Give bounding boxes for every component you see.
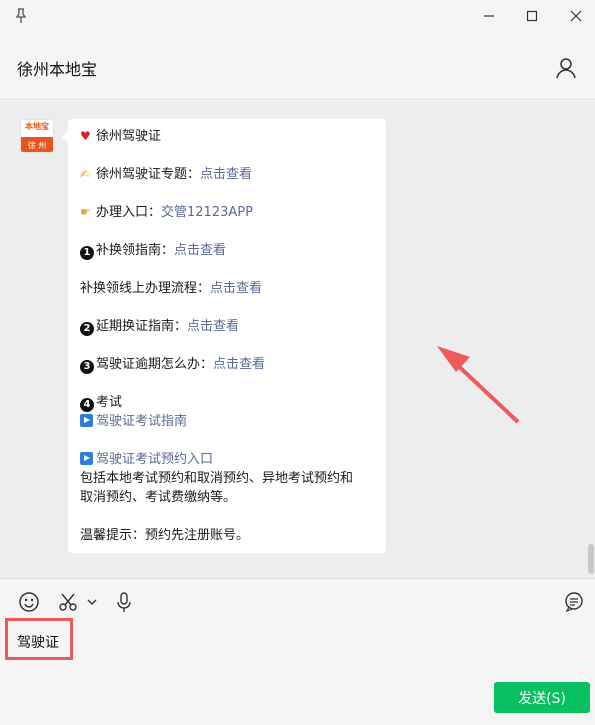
scissors-icon[interactable]: [57, 591, 79, 613]
avatar-logo-text: 本地宝: [21, 120, 53, 137]
avatar-city-text: 徐 州: [21, 137, 53, 152]
minimize-icon: [484, 15, 494, 17]
play-icon: [80, 452, 93, 465]
close-icon: [570, 10, 582, 22]
chat-history-icon[interactable]: [563, 591, 585, 613]
message-line: 3 驾驶证逾期怎么办：点击查看: [80, 355, 374, 374]
topic-link[interactable]: 点击查看: [200, 167, 252, 182]
message-area: 本地宝 徐 州 ♥ 徐州驾驶证 ✍ 徐州驾驶证专题：点击查看 ☛ 办理入口：交管121…: [0, 101, 595, 578]
exam-guide-link[interactable]: 驾驶证考试指南: [96, 414, 187, 429]
message-line: 温馨提示：预约先注册账号。: [80, 528, 250, 543]
message-bubble: ♥ 徐州驾驶证 ✍ 徐州驾驶证专题：点击查看 ☛ 办理入口：交管12123APP 1补…: [62, 119, 386, 553]
highlight-box: [5, 618, 73, 660]
chat-title: 徐州本地宝: [17, 60, 98, 79]
input-toolbar: [0, 578, 595, 624]
message-line: 驾驶证考试指南: [80, 412, 374, 431]
message-line: 1 补换领指南：点击查看: [80, 241, 374, 260]
minimize-button[interactable]: [476, 5, 502, 27]
message-line: ✍ 徐州驾驶证专题：点击查看: [80, 167, 253, 182]
pointing-hand-icon: ☛: [80, 205, 91, 219]
message-line: ♥ 徐州驾驶证: [80, 129, 162, 144]
writing-hand-icon: ✍: [80, 167, 91, 181]
maximize-button[interactable]: [519, 5, 545, 27]
microphone-icon[interactable]: [113, 591, 135, 613]
chevron-down-icon[interactable]: [87, 591, 97, 613]
emoji-icon[interactable]: [18, 591, 40, 613]
number-three-icon: 3: [80, 360, 94, 374]
chat-scrollbar[interactable]: [588, 544, 594, 574]
play-icon: [80, 414, 93, 427]
message-line: 取消预约、考试费缴纳等。: [80, 490, 237, 505]
window-titlebar: [0, 0, 595, 34]
number-one-icon: 1: [80, 246, 94, 260]
message-line: 2 延期换证指南：点击查看: [80, 317, 374, 336]
maximize-icon: [526, 10, 538, 22]
exam-booking-link[interactable]: 驾驶证考试预约入口: [96, 452, 213, 467]
close-button[interactable]: [563, 5, 589, 27]
send-button[interactable]: 发送(S): [494, 682, 590, 713]
app-link[interactable]: 交管12123APP: [161, 205, 253, 220]
overdue-link[interactable]: 点击查看: [213, 357, 265, 372]
number-four-icon: 4: [80, 398, 94, 412]
heart-icon: ♥: [80, 129, 91, 143]
message-line: 驾驶证考试预约入口: [80, 450, 374, 469]
message-line: ☛ 办理入口：交管12123APP: [80, 205, 253, 220]
message-line: 包括本地考试预约和取消预约、异地考试预约和: [80, 471, 354, 486]
renewal-guide-link[interactable]: 点击查看: [187, 319, 239, 334]
pin-icon[interactable]: [12, 7, 30, 25]
avatar[interactable]: 本地宝 徐 州: [20, 119, 54, 153]
reissue-guide-link[interactable]: 点击查看: [174, 243, 226, 258]
message-line: 补换领线上办理流程：点击查看: [80, 281, 263, 296]
profile-icon[interactable]: [554, 56, 578, 80]
chat-header: 徐州本地宝: [0, 34, 595, 100]
online-process-link[interactable]: 点击查看: [210, 281, 262, 296]
message-line: 4 考试: [80, 393, 374, 412]
number-two-icon: 2: [80, 322, 94, 336]
